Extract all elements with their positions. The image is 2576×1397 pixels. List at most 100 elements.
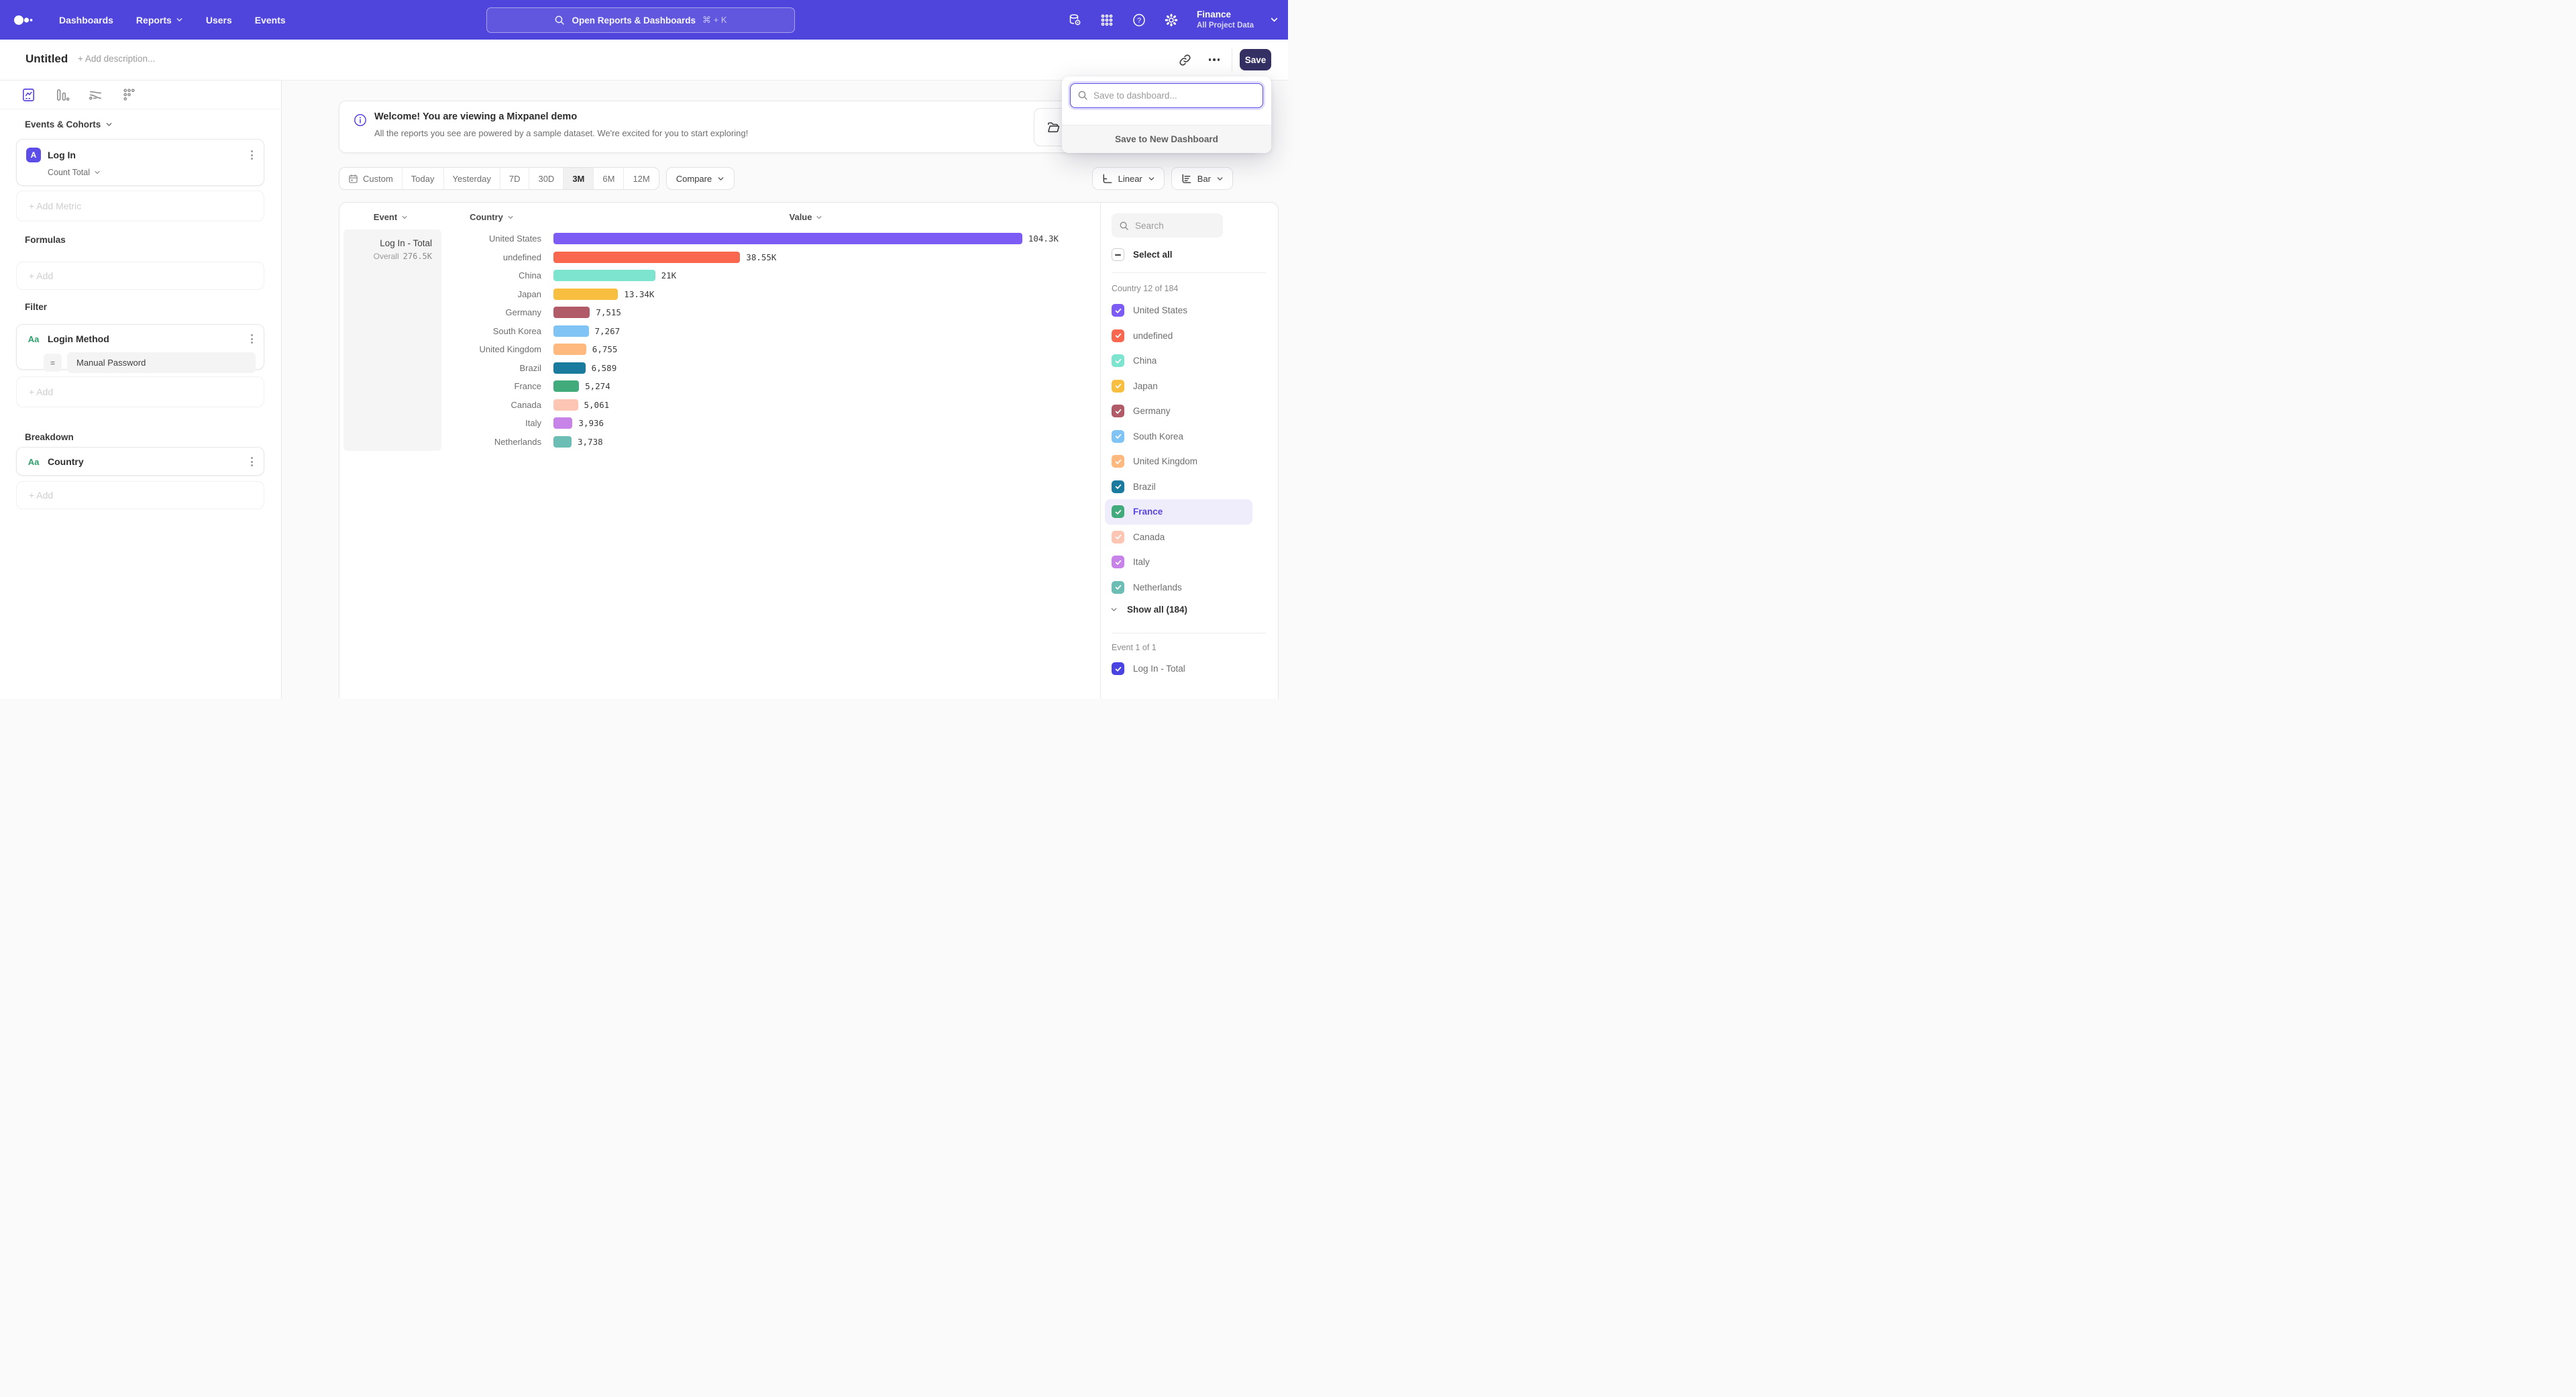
checkbox-checked-icon[interactable] (1112, 354, 1124, 367)
events-cohorts-heading[interactable]: Events & Cohorts (25, 119, 113, 130)
checkbox-checked-icon[interactable] (1112, 430, 1124, 443)
bar[interactable] (553, 380, 579, 392)
range-3m[interactable]: 3M (564, 168, 594, 189)
bar[interactable] (553, 233, 1022, 244)
flows-report-icon[interactable] (87, 87, 103, 103)
range-yesterday[interactable]: Yesterday (444, 168, 500, 189)
apps-grid-icon[interactable] (1099, 12, 1115, 28)
bar-value: 104.3K (1028, 234, 1059, 244)
filter-property-name[interactable]: Login Method (48, 333, 248, 344)
filter-kebab-icon[interactable] (248, 331, 256, 346)
filter-value[interactable]: Manual Password (67, 352, 256, 373)
country-item-france[interactable]: France (1105, 499, 1252, 525)
country-item-germany[interactable]: Germany (1105, 399, 1252, 424)
metric-event-name[interactable]: Log In (48, 150, 248, 160)
checkbox-checked-icon[interactable] (1112, 304, 1124, 317)
country-item-brazil[interactable]: Brazil (1105, 474, 1252, 500)
checkbox-checked-icon[interactable] (1112, 556, 1124, 568)
checkbox-checked-icon[interactable] (1112, 380, 1124, 393)
more-options-icon[interactable] (1203, 50, 1225, 69)
bar-label: China (442, 270, 541, 280)
nav-item-events[interactable]: Events (255, 15, 286, 25)
checkbox-checked-icon[interactable] (1112, 505, 1124, 518)
report-title[interactable]: Untitled (25, 52, 68, 66)
metric-aggregation[interactable]: Count Total (17, 162, 264, 185)
checkbox-checked-icon[interactable] (1112, 455, 1124, 468)
metric-kebab-icon[interactable] (248, 148, 256, 162)
breakdown-kebab-icon[interactable] (248, 454, 256, 469)
bar[interactable] (553, 270, 655, 281)
copy-link-icon[interactable] (1175, 50, 1194, 69)
nav-item-dashboards[interactable]: Dashboards (59, 15, 113, 25)
bar[interactable] (553, 362, 586, 374)
country-item-canada[interactable]: Canada (1105, 525, 1252, 550)
bar[interactable] (553, 289, 618, 300)
bar[interactable] (553, 436, 572, 448)
range-30d[interactable]: 30D (529, 168, 564, 189)
chart-type-button[interactable]: Bar (1171, 167, 1233, 190)
bar[interactable] (553, 325, 589, 337)
add-description[interactable]: + Add description... (78, 54, 155, 64)
bar[interactable] (553, 399, 578, 411)
country-item-united-states[interactable]: United States (1105, 298, 1252, 323)
nav-item-reports[interactable]: Reports (136, 15, 183, 25)
funnels-report-icon[interactable] (54, 87, 70, 103)
checkbox-checked-icon[interactable] (1112, 531, 1124, 544)
select-all-row[interactable]: Select all (1112, 248, 1173, 261)
checkbox-checked-icon[interactable] (1112, 480, 1124, 493)
add-metric-button[interactable]: + Add Metric (16, 191, 264, 221)
checkbox-checked-icon[interactable] (1112, 405, 1124, 417)
breakdown-property-name[interactable]: Country (48, 456, 248, 467)
settings-gear-icon[interactable] (1163, 12, 1179, 28)
show-all-button[interactable]: Show all (184) (1110, 597, 1187, 623)
country-item-japan[interactable]: Japan (1105, 374, 1252, 399)
checkbox-checked-icon[interactable] (1112, 662, 1124, 675)
range-12m[interactable]: 12M (624, 168, 658, 189)
country-item-italy[interactable]: Italy (1105, 550, 1252, 575)
project-switcher[interactable]: Finance All Project Data (1197, 9, 1254, 30)
retention-report-icon[interactable] (121, 87, 137, 103)
column-header-country[interactable]: Country (442, 212, 541, 222)
add-breakdown-button[interactable]: + Add (16, 481, 264, 509)
country-item-united-kingdom[interactable]: United Kingdom (1105, 449, 1252, 474)
bar[interactable] (553, 252, 740, 263)
help-icon[interactable]: ? (1131, 12, 1147, 28)
checkbox-checked-icon[interactable] (1112, 581, 1124, 594)
country-item-south-korea[interactable]: South Korea (1105, 424, 1252, 450)
bar-label: Japan (442, 289, 541, 299)
event-item-log-in-total[interactable]: Log In - Total (1105, 656, 1252, 682)
add-formula-button[interactable]: + Add (16, 262, 264, 290)
range-today[interactable]: Today (402, 168, 444, 189)
add-filter-button[interactable]: + Add (16, 376, 264, 407)
save-dashboard-search-input[interactable] (1070, 83, 1263, 108)
checkbox-checked-icon[interactable] (1112, 329, 1124, 342)
range-6m[interactable]: 6M (594, 168, 624, 189)
country-item-undefined[interactable]: undefined (1105, 323, 1252, 349)
bar-label: France (442, 381, 541, 391)
data-management-icon[interactable] (1067, 12, 1083, 28)
save-button[interactable]: Save (1240, 49, 1271, 70)
compare-button[interactable]: Compare (666, 167, 735, 190)
scale-selector-button[interactable]: Linear (1092, 167, 1165, 190)
column-header-value[interactable]: Value (553, 212, 1059, 222)
global-search[interactable]: Open Reports & Dashboards ⌘ + K (486, 7, 795, 33)
save-to-new-dashboard-button[interactable]: Save to New Dashboard (1062, 125, 1271, 153)
nav-item-users[interactable]: Users (206, 15, 232, 25)
mixpanel-logo-icon[interactable] (13, 15, 34, 25)
breakdown-card[interactable]: Aa Country (16, 447, 264, 476)
insights-report-icon[interactable] (20, 87, 36, 103)
country-item-china[interactable]: China (1105, 348, 1252, 374)
column-header-event[interactable]: Event (339, 212, 442, 222)
series-search-input[interactable] (1135, 221, 1214, 231)
bar[interactable] (553, 307, 590, 318)
filter-operator[interactable]: = (44, 354, 62, 372)
range-7d[interactable]: 7D (500, 168, 530, 189)
series-search[interactable] (1112, 213, 1223, 238)
metric-card[interactable]: A Log In Count Total (16, 139, 264, 186)
bar[interactable] (553, 344, 586, 355)
range-custom[interactable]: Custom (339, 168, 402, 189)
bar[interactable] (553, 417, 572, 429)
country-item-netherlands[interactable]: Netherlands (1105, 575, 1252, 601)
select-all-checkbox[interactable] (1112, 248, 1124, 261)
filter-card[interactable]: Aa Login Method = Manual Password (16, 324, 264, 370)
